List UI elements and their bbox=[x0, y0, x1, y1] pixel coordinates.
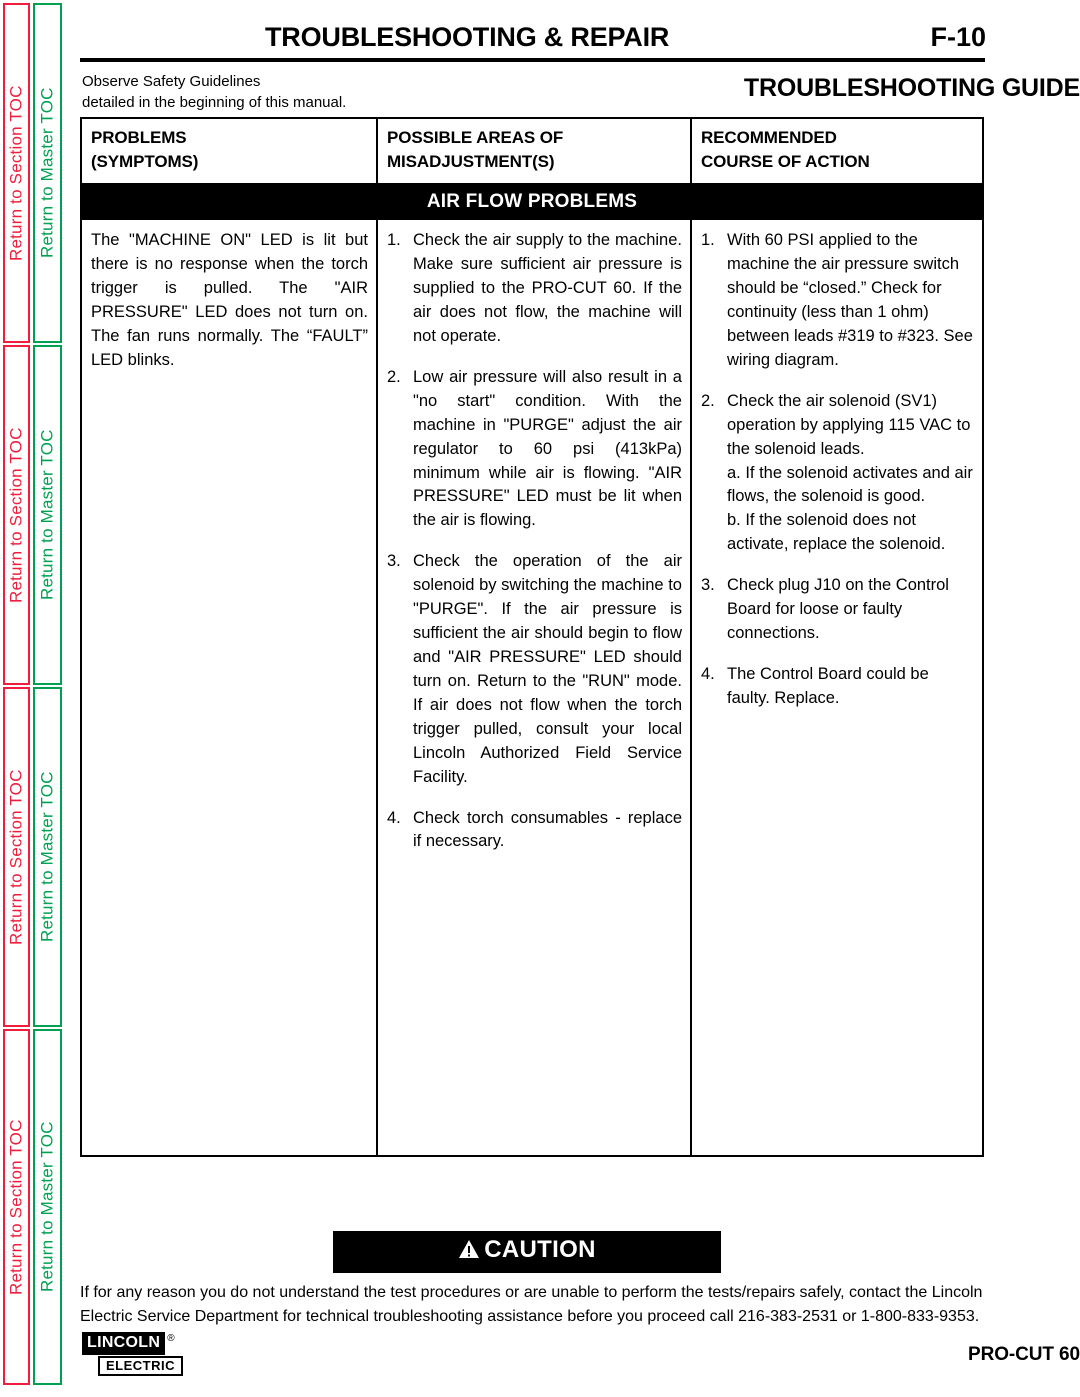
list-item-number: 3. bbox=[701, 576, 715, 595]
sidebar-item-return-to-master-toc[interactable]: Return to Master TOC bbox=[33, 3, 62, 343]
column-header-problems: PROBLEMS (SYMPTOMS) bbox=[82, 119, 378, 184]
list-item-number: 2. bbox=[387, 367, 401, 386]
list-item-text: Low air pressure will also result in a "… bbox=[413, 367, 682, 530]
logo-lincoln-wordmark: LINCOLN bbox=[82, 1332, 166, 1355]
list-item-text: Check the operation of the air solenoid … bbox=[413, 552, 682, 786]
list-item-number: 4. bbox=[387, 808, 401, 827]
list-item: 4. The Control Board could be faulty. Re… bbox=[701, 663, 974, 711]
list-item-text: Check torch consumables - replace if nec… bbox=[413, 808, 682, 851]
sidebar-item-return-to-section-toc[interactable]: Return to Section TOC bbox=[3, 3, 30, 343]
column-header-possible-areas-line2: MISADJUSTMENT(S) bbox=[387, 152, 555, 172]
list-item-number: 1. bbox=[701, 231, 715, 250]
list-item-text: The Control Board could be faulty. Repla… bbox=[727, 665, 929, 707]
caution-label: CAUTION bbox=[484, 1236, 596, 1263]
warning-triangle-icon bbox=[458, 1238, 480, 1266]
caution-banner: CAUTION bbox=[333, 1231, 721, 1273]
column-header-possible-areas-line1: POSSIBLE AREAS OF bbox=[387, 128, 564, 147]
list-sub-item: b. If the solenoid does not activate, re… bbox=[727, 511, 946, 554]
caution-body-text: If for any reason you do not understand … bbox=[80, 1284, 983, 1325]
safety-note-line2: detailed in the beginning of this manual… bbox=[82, 93, 347, 111]
sidebar-item-return-to-section-toc[interactable]: Return to Section TOC bbox=[3, 687, 30, 1027]
sidebar-item-return-to-master-toc[interactable]: Return to Master TOC bbox=[33, 345, 62, 685]
column-header-possible-areas: POSSIBLE AREAS OF MISADJUSTMENT(S) bbox=[378, 119, 692, 184]
column-header-recommended: RECOMMENDED COURSE OF ACTION bbox=[692, 119, 982, 183]
list-item-number: 3. bbox=[387, 552, 401, 571]
list-item: 4. Check torch consumables - replace if … bbox=[387, 807, 682, 855]
list-item: 1. With 60 PSI applied to the machine th… bbox=[701, 229, 974, 373]
list-item: 2. Check the air solenoid (SV1) operatio… bbox=[701, 390, 974, 557]
page-header: TROUBLESHOOTING & REPAIR F-10 bbox=[80, 22, 986, 53]
cell-recommended-actions: 1. With 60 PSI applied to the machine th… bbox=[692, 220, 982, 1155]
list-item-text: With 60 PSI applied to the machine the a… bbox=[727, 231, 973, 369]
list-sub-item: a. If the solenoid activates and air flo… bbox=[727, 463, 973, 506]
sidebar-item-return-to-master-toc[interactable]: Return to Master TOC bbox=[33, 687, 62, 1027]
sidebar-item-return-to-section-toc[interactable]: Return to Section TOC bbox=[3, 1029, 30, 1385]
list-item-number: 4. bbox=[701, 665, 715, 683]
column-header-recommended-line1: RECOMMENDED bbox=[701, 128, 837, 147]
safety-note-line1: Observe Safety Guidelines bbox=[82, 73, 261, 90]
footer-model-name: PRO-CUT 60 bbox=[968, 1344, 1080, 1365]
list-item: 3. Check the operation of the air soleno… bbox=[387, 550, 682, 789]
column-header-problems-line1: PROBLEMS bbox=[91, 128, 187, 147]
logo-electric-wordmark: ELECTRIC bbox=[98, 1356, 183, 1376]
list-item: 1. Check the air supply to the machine. … bbox=[387, 229, 682, 349]
table-body-row: The "MACHINE ON" LED is lit but there is… bbox=[82, 220, 982, 1156]
list-item-text-group: Check the air solenoid (SV1) operation b… bbox=[727, 390, 974, 557]
registered-trademark-icon: ® bbox=[167, 1332, 175, 1344]
page-number: F-10 bbox=[930, 22, 986, 52]
sidebar-item-return-to-master-toc[interactable]: Return to Master TOC bbox=[33, 1029, 62, 1385]
safety-note: Observe Safety Guidelines detailed in th… bbox=[82, 72, 346, 113]
list-item-number: 1. bbox=[387, 231, 401, 250]
guide-title: TROUBLESHOOTING GUIDE bbox=[743, 74, 1080, 102]
table-header-row: PROBLEMS (SYMPTOMS) POSSIBLE AREAS OF MI… bbox=[82, 119, 982, 186]
section-band-air-flow-problems: AIR FLOW PROBLEMS bbox=[82, 185, 982, 221]
list-item-text: Check the air solenoid (SV1) operation b… bbox=[727, 391, 971, 458]
page-title: TROUBLESHOOTING & REPAIR bbox=[265, 22, 670, 52]
symptom-text: The "MACHINE ON" LED is lit but there is… bbox=[91, 231, 368, 369]
column-header-problems-line2: (SYMPTOMS) bbox=[91, 152, 199, 172]
list-item: 3. Check plug J10 on the Control Board f… bbox=[701, 574, 974, 646]
cell-misadjustments: 1. Check the air supply to the machine. … bbox=[378, 220, 692, 1156]
lincoln-electric-logo: LINCOLN ® ELECTRIC bbox=[82, 1332, 194, 1376]
document-page: TROUBLESHOOTING & REPAIR F-10 Observe Sa… bbox=[78, 0, 1080, 1397]
troubleshooting-table: PROBLEMS (SYMPTOMS) POSSIBLE AREAS OF MI… bbox=[80, 117, 984, 1158]
list-item-number: 2. bbox=[701, 391, 715, 410]
list-item-text: Check the air supply to the machine. Mak… bbox=[413, 231, 682, 345]
list-item-text: Check plug J10 on the Control Board for … bbox=[727, 576, 949, 643]
list-item: 2. Low air pressure will also result in … bbox=[387, 366, 682, 533]
header-divider bbox=[80, 58, 985, 62]
cell-symptoms: The "MACHINE ON" LED is lit but there is… bbox=[82, 220, 378, 1156]
column-header-recommended-line2: COURSE OF ACTION bbox=[701, 152, 870, 172]
sidebar-item-return-to-section-toc[interactable]: Return to Section TOC bbox=[3, 345, 30, 685]
